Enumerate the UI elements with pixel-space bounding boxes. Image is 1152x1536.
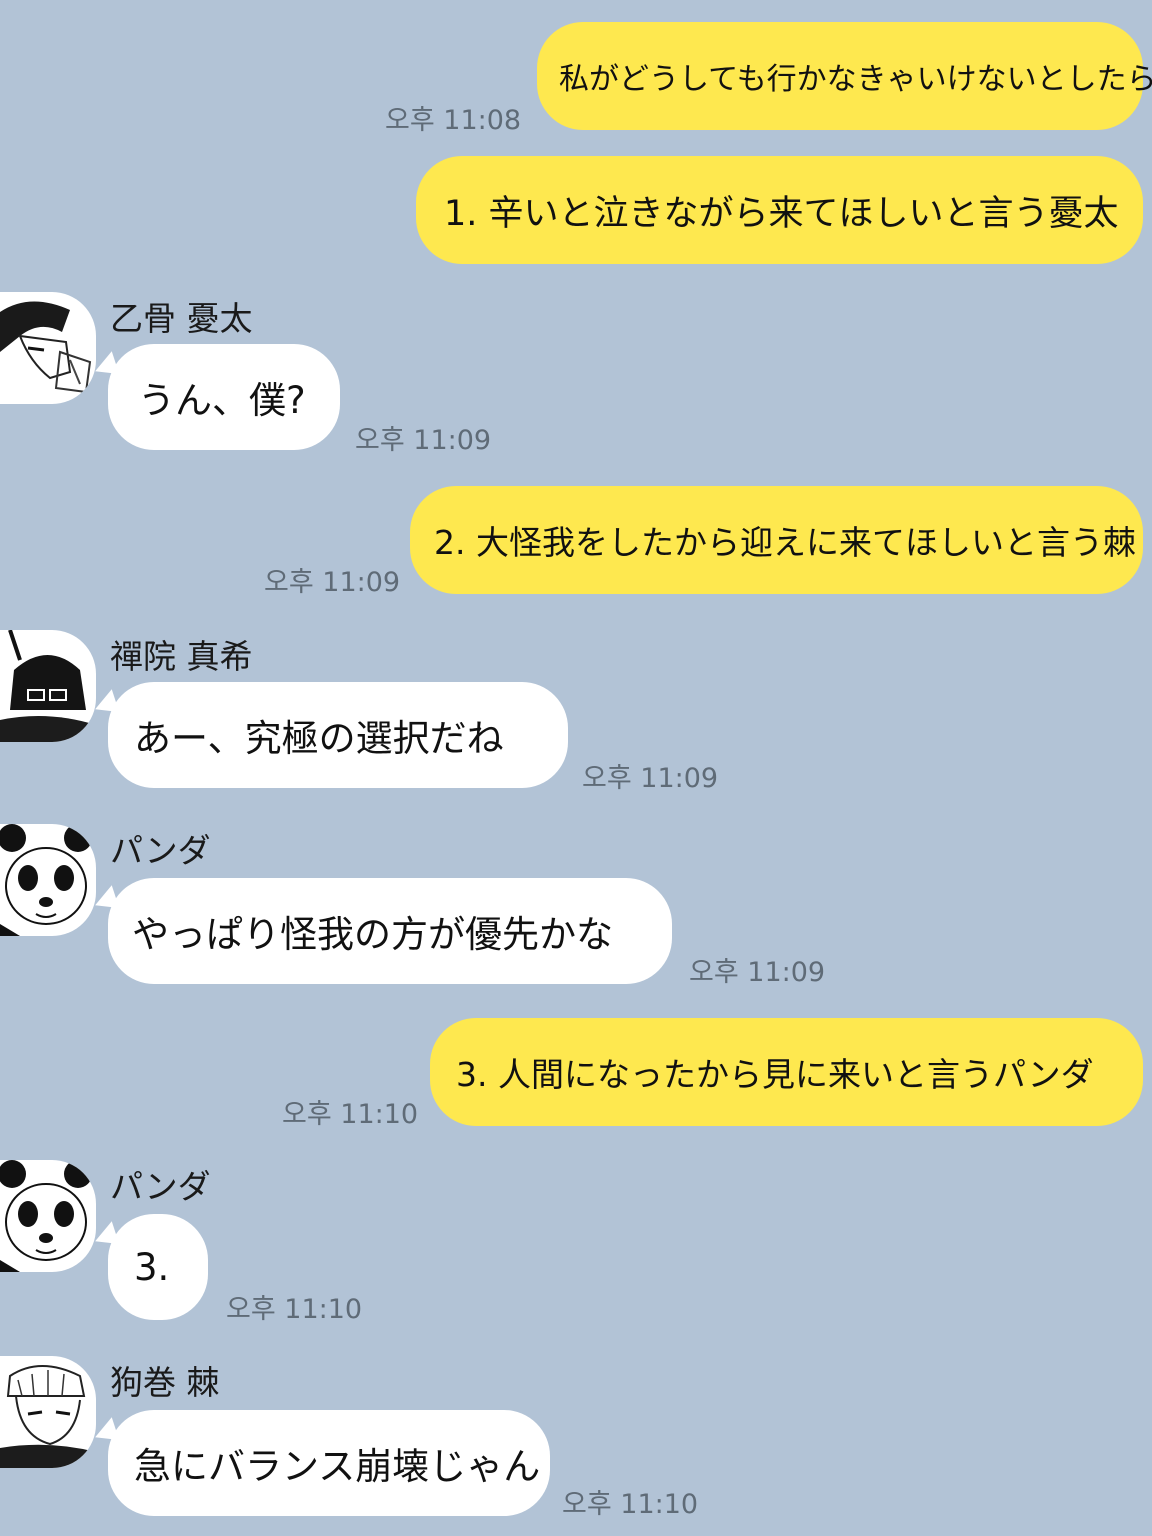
sender-name: 禪院 真希	[110, 637, 253, 676]
message-time: 오후 11:09	[355, 425, 492, 456]
panda-avatar-icon[interactable]	[0, 1160, 96, 1272]
message-bubble[interactable]: うん、僕?	[108, 344, 340, 450]
message-time: 오후 11:10	[282, 1099, 419, 1130]
message-time: 오후 11:10	[226, 1294, 363, 1325]
message-bubble[interactable]: あー、究極の選択だね	[108, 682, 568, 788]
message-time: 오후 11:09	[689, 957, 826, 988]
sender-name: パンダ	[110, 1167, 211, 1206]
message-bubble[interactable]: 3. 人間になったから見に来いと言うパンダ	[430, 1018, 1143, 1126]
message-time: 오후 11:09	[264, 567, 401, 598]
sender-name: 狗巻 棘	[110, 1363, 220, 1402]
yuta-avatar-icon[interactable]	[0, 292, 96, 404]
maki-avatar-icon[interactable]	[0, 630, 96, 742]
chat-room: 오후 11:08 私がどうしても行かなきゃいけないとしたら? 1. 辛いと泣きな…	[0, 0, 1152, 1536]
message-bubble[interactable]: 2. 大怪我をしたから迎えに来てほしいと言う棘	[410, 486, 1143, 594]
message-time: 오후 11:08	[385, 105, 522, 136]
message-bubble[interactable]: やっぱり怪我の方が優先かな	[108, 878, 672, 984]
sender-name: 乙骨 憂太	[110, 299, 253, 338]
message-time: 오후 11:10	[562, 1489, 699, 1520]
toge-avatar-icon[interactable]	[0, 1356, 96, 1468]
message-bubble[interactable]: 私がどうしても行かなきゃいけないとしたら?	[537, 22, 1152, 130]
message-bubble[interactable]: 1. 辛いと泣きながら来てほしいと言う憂太	[416, 156, 1143, 264]
sender-name: パンダ	[110, 831, 211, 870]
message-time: 오후 11:09	[582, 763, 719, 794]
panda-avatar-icon[interactable]	[0, 824, 96, 936]
message-bubble[interactable]: 急にバランス崩壊じゃん	[108, 1410, 550, 1516]
message-bubble[interactable]: 3.	[108, 1214, 208, 1320]
